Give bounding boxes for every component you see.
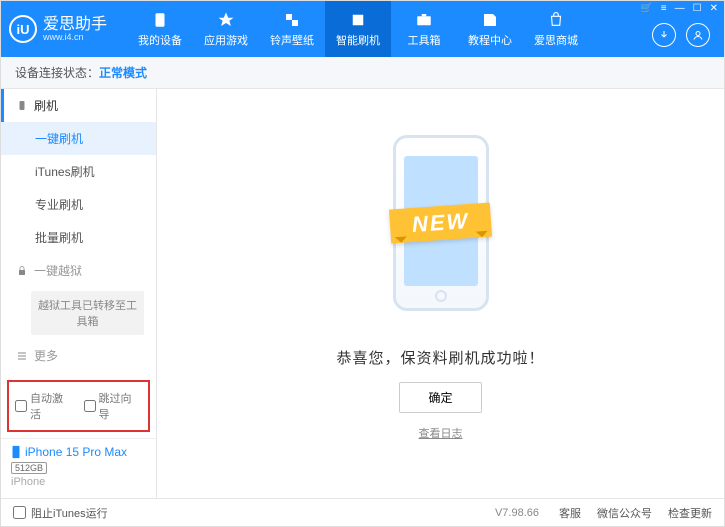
success-illustration: NEW: [351, 123, 531, 323]
footer-links: 客服 微信公众号 检查更新: [559, 505, 712, 521]
version-label: V7.98.66: [495, 507, 539, 519]
download-button[interactable]: [652, 23, 676, 47]
cart-icon[interactable]: 🛒: [640, 3, 652, 14]
sidebar-item-0-3[interactable]: 批量刷机: [1, 221, 156, 254]
status-mode: 正常模式: [99, 64, 147, 81]
main-nav: 我的设备应用游戏铃声壁纸智能刷机工具箱教程中心爱思商城: [127, 1, 652, 57]
app-site: www.i4.cn: [43, 33, 107, 42]
nav-icon-5: [481, 11, 499, 29]
close-icon[interactable]: ✕: [710, 3, 718, 14]
nav-item-3[interactable]: 智能刷机: [325, 1, 391, 57]
app-logo: iU 爱思助手 www.i4.cn: [9, 15, 107, 43]
sidebar-item-0-2[interactable]: 专业刷机: [1, 188, 156, 221]
success-message: 恭喜您，保资料刷机成功啦！: [336, 347, 544, 368]
phone-icon: [11, 445, 21, 459]
sidebar-item-0-0[interactable]: 一键刷机: [1, 122, 156, 155]
status-bar: 设备连接状态： 正常模式: [1, 57, 724, 89]
view-log-link[interactable]: 查看日志: [419, 425, 463, 441]
sidebar-item-0-1[interactable]: iTunes刷机: [1, 155, 156, 188]
nav-item-0[interactable]: 我的设备: [127, 1, 193, 57]
new-badge: NEW: [389, 203, 492, 244]
menu-icon[interactable]: ≡: [661, 3, 667, 14]
logo-icon: iU: [9, 15, 37, 43]
user-button[interactable]: [686, 23, 710, 47]
flash-icon: [16, 100, 28, 112]
nav-icon-1: [217, 11, 235, 29]
minimize-icon[interactable]: —: [675, 3, 685, 14]
nav-icon-2: [283, 11, 301, 29]
app-name: 爱思助手: [43, 17, 107, 33]
skip-guide-checkbox[interactable]: 跳过向导: [84, 390, 143, 422]
auto-activate-checkbox[interactable]: 自动激活: [15, 390, 74, 422]
options-box: 自动激活 跳过向导: [7, 380, 150, 432]
nav-item-1[interactable]: 应用游戏: [193, 1, 259, 57]
nav-icon-0: [151, 11, 169, 29]
nav-item-6[interactable]: 爱思商城: [523, 1, 589, 57]
main-panel: NEW 恭喜您，保资料刷机成功啦！ 确定 查看日志: [157, 89, 724, 498]
app-header: iU 爱思助手 www.i4.cn 我的设备应用游戏铃声壁纸智能刷机工具箱教程中…: [1, 1, 724, 57]
status-prefix: 设备连接状态：: [15, 64, 99, 81]
nav-icon-4: [415, 11, 433, 29]
footer-link-update[interactable]: 检查更新: [668, 505, 712, 521]
footer: 阻止iTunes运行 V7.98.66 客服 微信公众号 检查更新: [1, 498, 724, 526]
device-type: iPhone: [11, 476, 146, 488]
device-info: iPhone 15 Pro Max 512GB iPhone: [1, 438, 156, 498]
sidebar: 刷机一键刷机iTunes刷机专业刷机批量刷机一键越狱越狱工具已转移至工具箱更多其…: [1, 89, 157, 498]
window-controls: 🛒 ≡ — ☐ ✕: [640, 3, 718, 14]
sidebar-section-1[interactable]: 一键越狱: [1, 254, 156, 287]
ok-button[interactable]: 确定: [399, 382, 481, 413]
nav-item-5[interactable]: 教程中心: [457, 1, 523, 57]
footer-link-wechat[interactable]: 微信公众号: [597, 505, 652, 521]
footer-link-support[interactable]: 客服: [559, 505, 581, 521]
nav-icon-6: [547, 11, 565, 29]
nav-item-2[interactable]: 铃声壁纸: [259, 1, 325, 57]
maximize-icon[interactable]: ☐: [693, 3, 702, 14]
device-name[interactable]: iPhone 15 Pro Max: [11, 445, 146, 459]
sidebar-note: 越狱工具已转移至工具箱: [31, 291, 144, 335]
sidebar-section-2[interactable]: 更多: [1, 339, 156, 372]
sidebar-item-2-0[interactable]: 其他工具: [1, 372, 156, 374]
nav-item-4[interactable]: 工具箱: [391, 1, 457, 57]
sidebar-section-0[interactable]: 刷机: [1, 89, 156, 122]
block-itunes-checkbox[interactable]: 阻止iTunes运行: [13, 505, 108, 521]
nav-icon-3: [349, 11, 367, 29]
device-capacity: 512GB: [11, 462, 47, 474]
